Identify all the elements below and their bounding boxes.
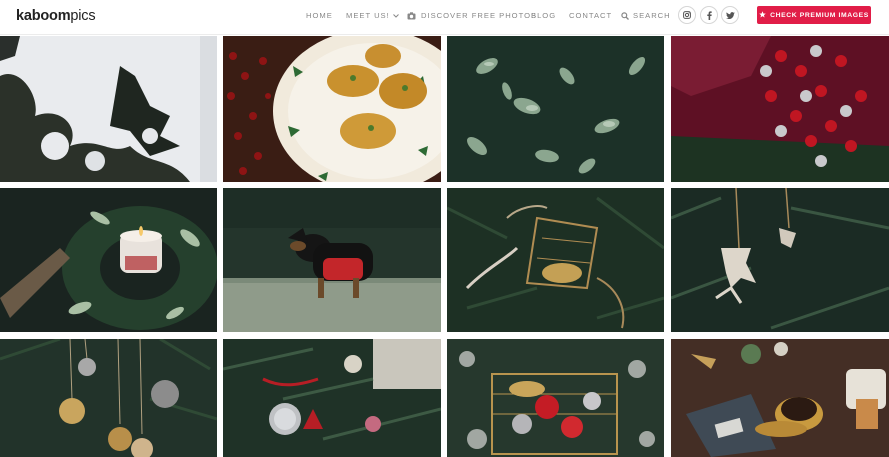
nav-blog[interactable]: BLOG bbox=[531, 11, 556, 20]
nav-home[interactable]: HOME bbox=[306, 11, 333, 20]
nav-search-label: SEARCH bbox=[633, 11, 671, 20]
logo-light-text: pics bbox=[70, 8, 96, 24]
nav-contact-label: CONTACT bbox=[569, 11, 613, 20]
nav-home-label: HOME bbox=[306, 11, 333, 20]
red-baubles-on-velvet-photo[interactable] bbox=[671, 36, 889, 182]
premium-button-label: CHECK PREMIUM IMAGES bbox=[770, 11, 869, 19]
facebook-icon[interactable] bbox=[700, 6, 718, 24]
candle-in-wreath-photo[interactable] bbox=[0, 188, 217, 332]
logo-bold-text: kaboom bbox=[16, 8, 71, 24]
snow-on-evergreen-photo[interactable] bbox=[0, 36, 217, 182]
nav-meet-us-label: MEET US! bbox=[346, 11, 390, 20]
nav-discover-free-photos[interactable]: DISCOVER FREE PHOTOS bbox=[407, 11, 537, 20]
nav-contact[interactable]: CONTACT bbox=[569, 11, 612, 20]
reindeer-ornament-on-tree-photo[interactable] bbox=[671, 188, 889, 332]
site-header: kaboompics HOME MEET US! DISCOVER FREE P… bbox=[0, 0, 889, 35]
twitter-icon[interactable] bbox=[721, 6, 739, 24]
coffee-and-notebook-on-table-photo[interactable] bbox=[671, 339, 889, 457]
hanging-gold-baubles-photo[interactable] bbox=[0, 339, 217, 457]
star-icon bbox=[759, 10, 770, 20]
frosted-green-leaves-photo[interactable] bbox=[447, 36, 664, 182]
chevron-down-icon bbox=[392, 13, 399, 18]
christmas-pastries-on-holly-plate-photo[interactable] bbox=[223, 36, 441, 182]
site-logo[interactable]: kaboompics bbox=[16, 8, 96, 24]
dachshund-in-red-sweater-photo[interactable] bbox=[223, 188, 441, 332]
nav-blog-label: BLOG bbox=[531, 11, 557, 20]
nav-discover-label: DISCOVER FREE PHOTOS bbox=[421, 11, 538, 20]
golden-sleigh-ornament-photo[interactable] bbox=[447, 188, 664, 332]
ornaments-on-christmas-tree-photo[interactable] bbox=[223, 339, 441, 457]
nav-meet-us[interactable]: MEET US! bbox=[346, 11, 399, 20]
search-icon bbox=[621, 11, 629, 20]
camera-icon bbox=[407, 11, 416, 20]
instagram-icon[interactable] bbox=[678, 6, 696, 24]
nav-search[interactable]: SEARCH bbox=[621, 11, 671, 20]
gold-basket-with-ornaments-photo[interactable] bbox=[447, 339, 664, 457]
check-premium-images-button[interactable]: CHECK PREMIUM IMAGES bbox=[757, 6, 871, 24]
